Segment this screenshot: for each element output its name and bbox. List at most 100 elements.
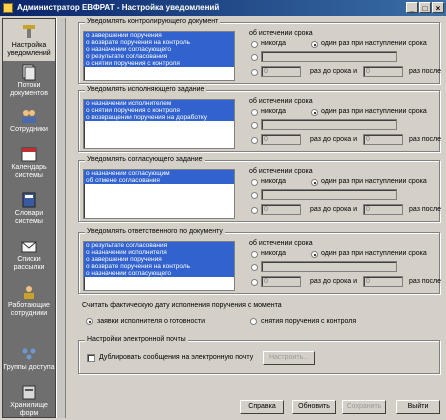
refresh-button[interactable]: Обновить [292,400,336,414]
notify-group-title: Уведомлять ответственного по документу [85,228,225,235]
event-list-item[interactable]: о возврате поручения на контроль [84,39,234,46]
minimize-button[interactable]: _ [406,2,418,13]
save-button[interactable]: Сохранить [342,400,386,414]
event-listbox[interactable]: о назначении согласующим об отмене соглас… [83,169,235,219]
sidebar-scrollbar[interactable] [56,18,66,418]
notify-group-title: Уведомлять исполняющего задание [85,86,207,93]
custom-text-field[interactable] [261,119,397,130]
custom-text-field[interactable] [261,51,397,62]
window-controls: _ □ × [405,2,444,13]
email-settings-group: Настройки электронной почты Дублировать … [78,336,440,374]
days-after-field[interactable]: 0 [363,276,403,287]
days-after-field[interactable]: 0 [363,134,403,145]
radio-never-label: никогда [261,108,287,115]
after-label: раз после [409,136,442,143]
sidebar-item-document-flow[interactable]: Потоки документов [3,63,55,98]
close-button[interactable]: × [432,2,444,13]
event-listbox[interactable]: о результате согласования о назначении ис… [83,241,235,291]
after-label: раз после [409,206,442,213]
radio-once-label: один раз при наступлении срока [321,250,427,257]
forms-storage-icon [22,385,36,400]
radio-before-after[interactable] [251,207,258,214]
event-list-item[interactable]: о снятии поручения с контроля [84,60,234,67]
sidebar-item-notifications[interactable]: Настройка уведомлений [3,19,55,61]
radio-once[interactable] [311,179,318,186]
radio-once[interactable] [311,251,318,258]
notify-group-4: Уведомлять ответственного по документу о … [78,228,442,294]
maximize-button[interactable]: □ [419,2,431,13]
radio-once-label: один раз при наступлении срока [321,178,427,185]
radio-custom[interactable] [251,54,258,61]
days-before-field[interactable]: 0 [261,204,301,215]
radio-control-removed[interactable] [250,318,257,325]
event-list-item[interactable]: о назначении согласующего [84,270,234,277]
radio-custom[interactable] [251,192,258,199]
sidebar-item-employees[interactable]: Сотрудники [3,107,55,134]
event-listbox[interactable]: о назначении исполнителем о снятии поруче… [83,99,235,149]
sidebar-item-access-groups[interactable]: Группы доступа [3,345,55,372]
days-before-field[interactable]: 0 [261,276,301,287]
event-list-item[interactable]: о результате согласования [84,242,234,249]
radio-never[interactable] [251,179,258,186]
before-label: раз до срока и [310,136,358,143]
sidebar-item-dictionaries[interactable]: Словари системы [3,191,55,226]
sidebar-item-calendar[interactable]: Календарь системы [3,145,55,180]
radio-never-label: никогда [261,178,287,185]
working-employees-icon [24,286,34,299]
deadline-label: об истечении срока [249,30,313,37]
radio-never[interactable] [251,41,258,48]
app-icon [3,3,13,13]
radio-before-after[interactable] [251,69,258,76]
notify-group-title: Уведомлять контролирующего документ [85,18,221,25]
custom-text-field[interactable] [261,261,397,272]
days-before-field[interactable]: 0 [261,134,301,145]
radio-once[interactable] [311,109,318,116]
radio-once[interactable] [311,41,318,48]
notify-group-title: Уведомлять согласующего задание [85,156,205,163]
event-list-item[interactable]: о результате согласования [84,53,234,60]
radio-once-label: один раз при наступлении срока [321,108,427,115]
radio-never[interactable] [251,251,258,258]
sidebar-item-working-employees[interactable]: Работающие сотрудники [3,283,55,318]
radio-custom[interactable] [251,264,258,271]
event-list-item[interactable]: о назначении согласующего [84,46,234,53]
radio-executor-ready-label: заявки исполнителя о готовности [97,318,206,325]
radio-never-label: никогда [261,250,287,257]
notify-group-2: Уведомлять исполняющего задание о назначе… [78,86,442,152]
days-before-field[interactable]: 0 [261,66,301,77]
duplicate-email-checkbox[interactable] [87,354,95,362]
event-list-item[interactable]: о снятии поручения с контроля [84,107,234,114]
custom-text-field[interactable] [261,189,397,200]
event-list-item[interactable]: о назначении согласующим [84,170,234,177]
event-list-item[interactable]: о назначении исполнителя [84,249,234,256]
calendar-icon [21,147,37,162]
days-after-field[interactable]: 0 [363,66,403,77]
event-list-item[interactable]: о возврате поручения на контроль [84,263,234,270]
radio-executor-ready[interactable] [86,318,93,325]
radio-before-after[interactable] [251,279,258,286]
tools-icon [23,25,35,38]
after-label: раз после [409,278,442,285]
radio-never[interactable] [251,109,258,116]
event-list-item[interactable]: об отмене согласования [84,177,234,184]
bottom-toolbar: Справка Обновить Сохранить Выйти [66,398,444,418]
event-list-item[interactable]: о назначении исполнителем [84,100,234,107]
event-list-item[interactable]: о завершении поручения [84,256,234,263]
mailing-list-icon [21,241,37,253]
radio-custom[interactable] [251,122,258,129]
event-list-item[interactable]: о завершении поручения [84,32,234,39]
deadline-label: об истечении срока [249,240,313,247]
radio-before-after[interactable] [251,137,258,144]
exit-button[interactable]: Выйти [396,400,440,414]
help-button[interactable]: Справка [240,400,284,414]
sidebar-item-mailing-lists[interactable]: Списки рассылки [3,237,55,272]
employees-icon [22,110,36,123]
radio-control-removed-label: снятия поручения с контроля [261,318,357,325]
days-after-field[interactable]: 0 [363,204,403,215]
sidebar-item-forms-storage[interactable]: Хранилище форм [3,383,55,417]
event-listbox[interactable]: о завершении поручения о возврате поручен… [83,31,235,81]
window-title: Администратор ЕВФРАТ - Настройка уведомл… [17,3,220,12]
event-list-item[interactable]: о возвращении поручения на доработку [84,114,234,121]
radio-once-label: один раз при наступлении срока [321,40,427,47]
email-settings-button[interactable]: Настроить... [263,351,315,365]
